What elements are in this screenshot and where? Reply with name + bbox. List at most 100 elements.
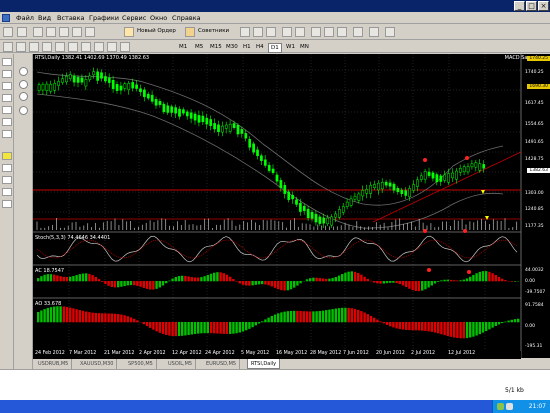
tab-usdrub[interactable]: USDRUB,M5 <box>35 359 73 369</box>
menu-window[interactable]: Окно <box>150 14 167 22</box>
candles-icon[interactable] <box>253 27 263 37</box>
left-tool-2[interactable] <box>2 70 12 78</box>
ao-bar <box>411 322 414 331</box>
timeframe-m5[interactable]: M5 <box>193 43 205 51</box>
trendline-icon[interactable] <box>55 42 65 52</box>
tray-icon[interactable] <box>497 403 504 410</box>
autoscroll-icon[interactable] <box>324 27 334 37</box>
left-tool-4[interactable] <box>2 94 12 102</box>
nav-node-1[interactable] <box>19 67 28 76</box>
timeframe-m30[interactable]: M30 <box>224 43 240 51</box>
zoom-out-icon[interactable] <box>295 27 305 37</box>
tile-windows-icon[interactable] <box>311 27 321 37</box>
nav-node-2[interactable] <box>19 80 28 89</box>
left-tool-9[interactable] <box>2 164 12 172</box>
left-tool-3[interactable] <box>2 82 12 90</box>
market-watch-icon[interactable] <box>33 27 43 37</box>
data-window-icon[interactable] <box>46 27 56 37</box>
indicators-icon[interactable] <box>353 27 363 37</box>
price-tick: 1740.25 <box>527 56 550 61</box>
menu-service[interactable]: Сервис <box>122 14 146 22</box>
system-tray: 21:07 <box>492 400 550 413</box>
ac-bar <box>139 281 142 287</box>
ac-bar <box>446 279 449 282</box>
ao-bar <box>315 311 318 323</box>
timeframe-d1[interactable]: D1 <box>268 43 282 53</box>
tab-sp500[interactable]: SP500,M5 <box>125 359 157 369</box>
advisors-icon[interactable] <box>185 27 195 37</box>
taskbar: 21:07 <box>0 400 550 413</box>
tab-eurusd[interactable]: EURUSD,M5 <box>203 359 241 369</box>
timeframe-h1[interactable]: H1 <box>241 43 253 51</box>
nav-node-3[interactable] <box>19 92 28 101</box>
timeframe-m15[interactable]: M15 <box>208 43 224 51</box>
time-tick: 28 May 2012 <box>310 351 342 356</box>
menu-help[interactable]: Справка <box>172 14 201 22</box>
candle-body <box>150 94 154 102</box>
left-tool-11[interactable] <box>2 188 12 196</box>
candle-body <box>49 84 53 92</box>
candle-body <box>65 76 68 83</box>
tab-xauusd[interactable]: XAUUSD,M30 <box>77 359 118 369</box>
arrows-icon[interactable] <box>120 42 130 52</box>
close-button[interactable]: × <box>538 1 549 11</box>
candle-body <box>380 182 384 190</box>
chart-window[interactable]: RTSI,Daily 1382.41 1402.69 1370.49 1382.… <box>33 54 550 358</box>
ac-bar <box>149 281 152 290</box>
channel-icon[interactable] <box>68 42 78 52</box>
menu-file[interactable]: Файл <box>16 14 34 22</box>
left-tool-6[interactable] <box>2 118 12 126</box>
new-order-icon[interactable] <box>124 27 134 37</box>
navigator-icon[interactable] <box>59 27 69 37</box>
chart-shift-icon[interactable] <box>337 27 347 37</box>
nav-node-4[interactable] <box>19 106 28 115</box>
ac-bar <box>277 281 280 290</box>
new-chart-icon[interactable] <box>3 27 13 37</box>
bar-chart-icon[interactable] <box>240 27 250 37</box>
line-chart-icon[interactable] <box>266 27 276 37</box>
left-tool-7[interactable] <box>2 130 12 138</box>
periods-icon[interactable] <box>369 27 379 37</box>
zoom-in-icon[interactable] <box>282 27 292 37</box>
left-tool-8[interactable] <box>2 152 12 160</box>
left-tool-1[interactable] <box>2 58 12 66</box>
timeframe-mn[interactable]: MN <box>298 43 311 51</box>
menu-view[interactable]: Вид <box>38 14 51 22</box>
candle-body <box>412 184 415 191</box>
new-order-button[interactable]: Новый Ордер <box>137 28 176 34</box>
tray-icon[interactable] <box>506 403 513 410</box>
minimize-button[interactable]: _ <box>514 1 525 11</box>
maximize-button[interactable]: □ <box>526 1 537 11</box>
ao-bar <box>241 322 245 332</box>
timeframe-h4[interactable]: H4 <box>254 43 266 51</box>
menu-insert[interactable]: Вставка <box>57 14 85 22</box>
ac-bar <box>469 276 472 282</box>
ac-bar <box>270 281 273 287</box>
templates-icon[interactable] <box>385 27 395 37</box>
ao-bar <box>161 322 165 334</box>
menu-charts[interactable]: Графики <box>89 14 119 22</box>
ac-bar <box>337 275 341 282</box>
crosshair-icon[interactable] <box>16 42 26 52</box>
fibonacci-icon[interactable] <box>81 42 91 52</box>
tester-icon[interactable] <box>85 27 95 37</box>
terminal-icon[interactable] <box>72 27 82 37</box>
horizontal-line-icon[interactable] <box>42 42 52 52</box>
label-icon[interactable] <box>107 42 117 52</box>
left-tool-12[interactable] <box>2 200 12 208</box>
tab-usoil[interactable]: USOIL,M5 <box>165 359 197 369</box>
left-tool-5[interactable] <box>2 106 12 114</box>
ao-bar <box>517 318 520 323</box>
ac-bar <box>440 280 443 282</box>
cursor-icon[interactable] <box>3 42 13 52</box>
timeframe-m1[interactable]: M1 <box>177 43 189 51</box>
profiles-icon[interactable] <box>17 27 27 37</box>
text-icon[interactable] <box>94 42 104 52</box>
timeframe-w1[interactable]: W1 <box>284 43 297 51</box>
candle-body <box>80 77 84 83</box>
chart-canvas[interactable] <box>33 54 550 358</box>
advisors-button[interactable]: Советники <box>198 28 229 34</box>
tab-rtsi[interactable]: RTSI,Daily <box>247 359 281 369</box>
left-tool-10[interactable] <box>2 176 12 184</box>
vertical-line-icon[interactable] <box>29 42 39 52</box>
